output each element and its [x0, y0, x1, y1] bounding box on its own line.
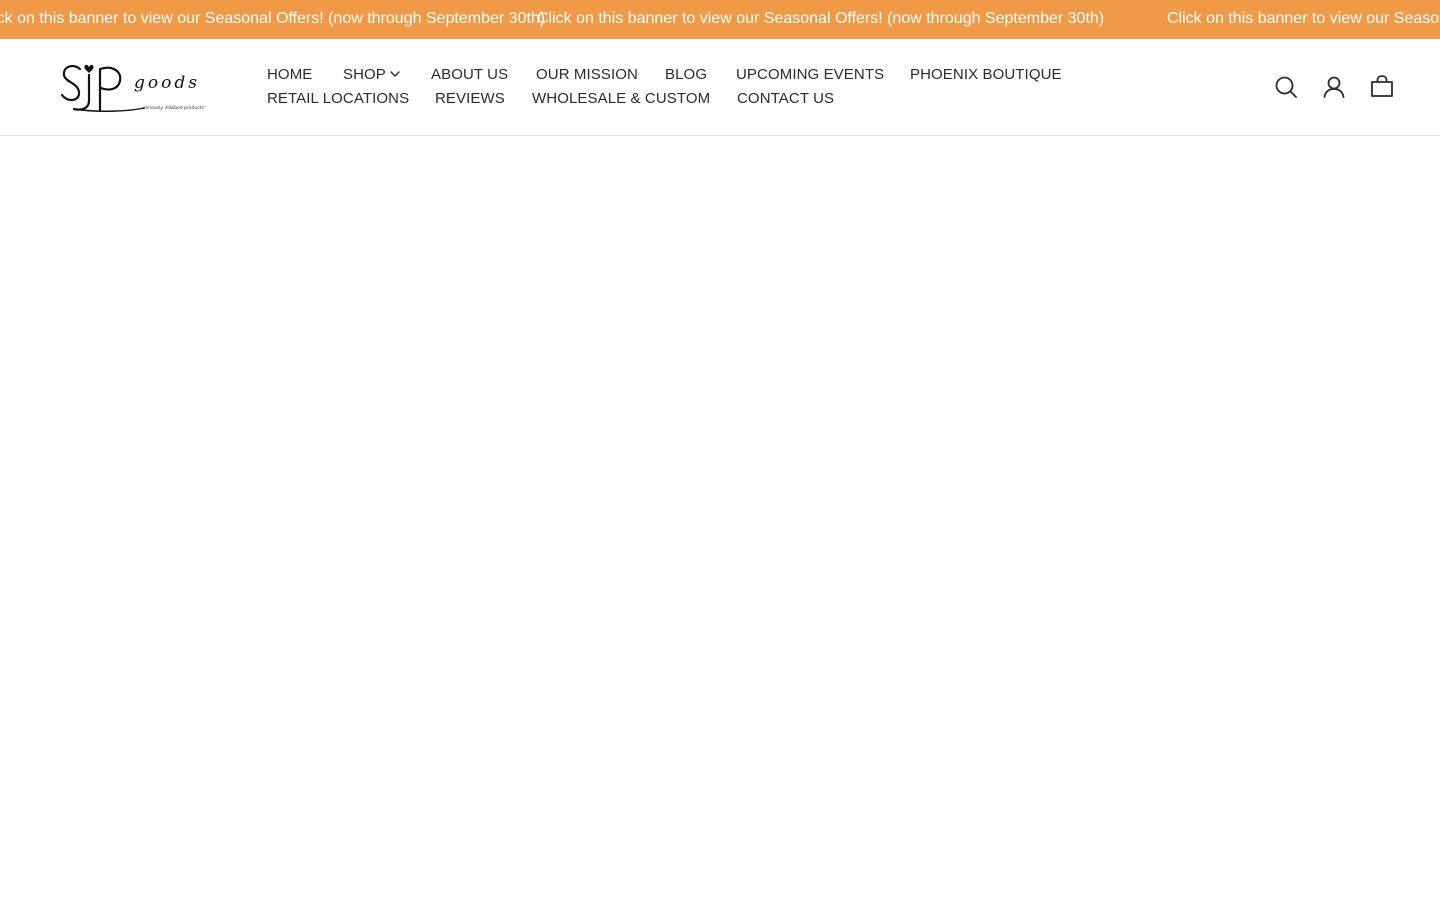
- svg-text:goods: goods: [134, 73, 200, 93]
- nav-shop[interactable]: SHOP: [343, 63, 400, 87]
- svg-text:seriously imbibed products™: seriously imbibed products™: [143, 105, 206, 111]
- announcement-bar[interactable]: Click on this banner to view our Seasona…: [0, 0, 1440, 39]
- nav-row-2: RETAIL LOCATIONS REVIEWS WHOLESALE & CUS…: [267, 87, 1087, 111]
- announcement-text[interactable]: Click on this banner to view our Seasona…: [0, 0, 545, 39]
- main-content: [0, 136, 1440, 900]
- announcement-text[interactable]: Click on this banner to view our Seasona…: [537, 0, 1104, 39]
- account-icon: [1323, 76, 1345, 98]
- site-header: goods seriously imbibed products™ HOME S…: [0, 39, 1440, 136]
- nav-phoenix-boutique[interactable]: PHOENIX BOUTIQUE: [910, 63, 1062, 87]
- search-icon: [1275, 76, 1297, 98]
- nav-row-1: HOME SHOP ABOUT US OUR MISSION BLOG UPCO…: [267, 63, 1087, 87]
- main-nav: HOME SHOP ABOUT US OUR MISSION BLOG UPCO…: [267, 63, 1087, 111]
- nav-contact-us[interactable]: CONTACT US: [737, 87, 834, 111]
- sip-goods-logo[interactable]: goods seriously imbibed products™: [60, 61, 208, 117]
- nav-reviews[interactable]: REVIEWS: [435, 87, 505, 111]
- search-button[interactable]: [1273, 74, 1299, 100]
- account-button[interactable]: [1321, 74, 1347, 100]
- nav-upcoming-events[interactable]: UPCOMING EVENTS: [736, 63, 884, 87]
- logo-mark: goods seriously imbibed products™: [60, 64, 208, 113]
- announcement-text[interactable]: Click on this banner to view our Seasona…: [1167, 0, 1440, 39]
- nav-shop-label: SHOP: [343, 66, 386, 83]
- cart-button[interactable]: [1369, 74, 1395, 100]
- nav-about-us[interactable]: ABOUT US: [431, 63, 508, 87]
- nav-home[interactable]: HOME: [267, 63, 312, 87]
- nav-retail-locations[interactable]: RETAIL LOCATIONS: [267, 87, 409, 111]
- cart-icon: [1371, 75, 1393, 97]
- chevron-down-icon: [390, 71, 400, 77]
- nav-our-mission[interactable]: OUR MISSION: [536, 63, 638, 87]
- nav-wholesale-custom[interactable]: WHOLESALE & CUSTOM: [532, 87, 710, 111]
- nav-blog[interactable]: BLOG: [665, 63, 707, 87]
